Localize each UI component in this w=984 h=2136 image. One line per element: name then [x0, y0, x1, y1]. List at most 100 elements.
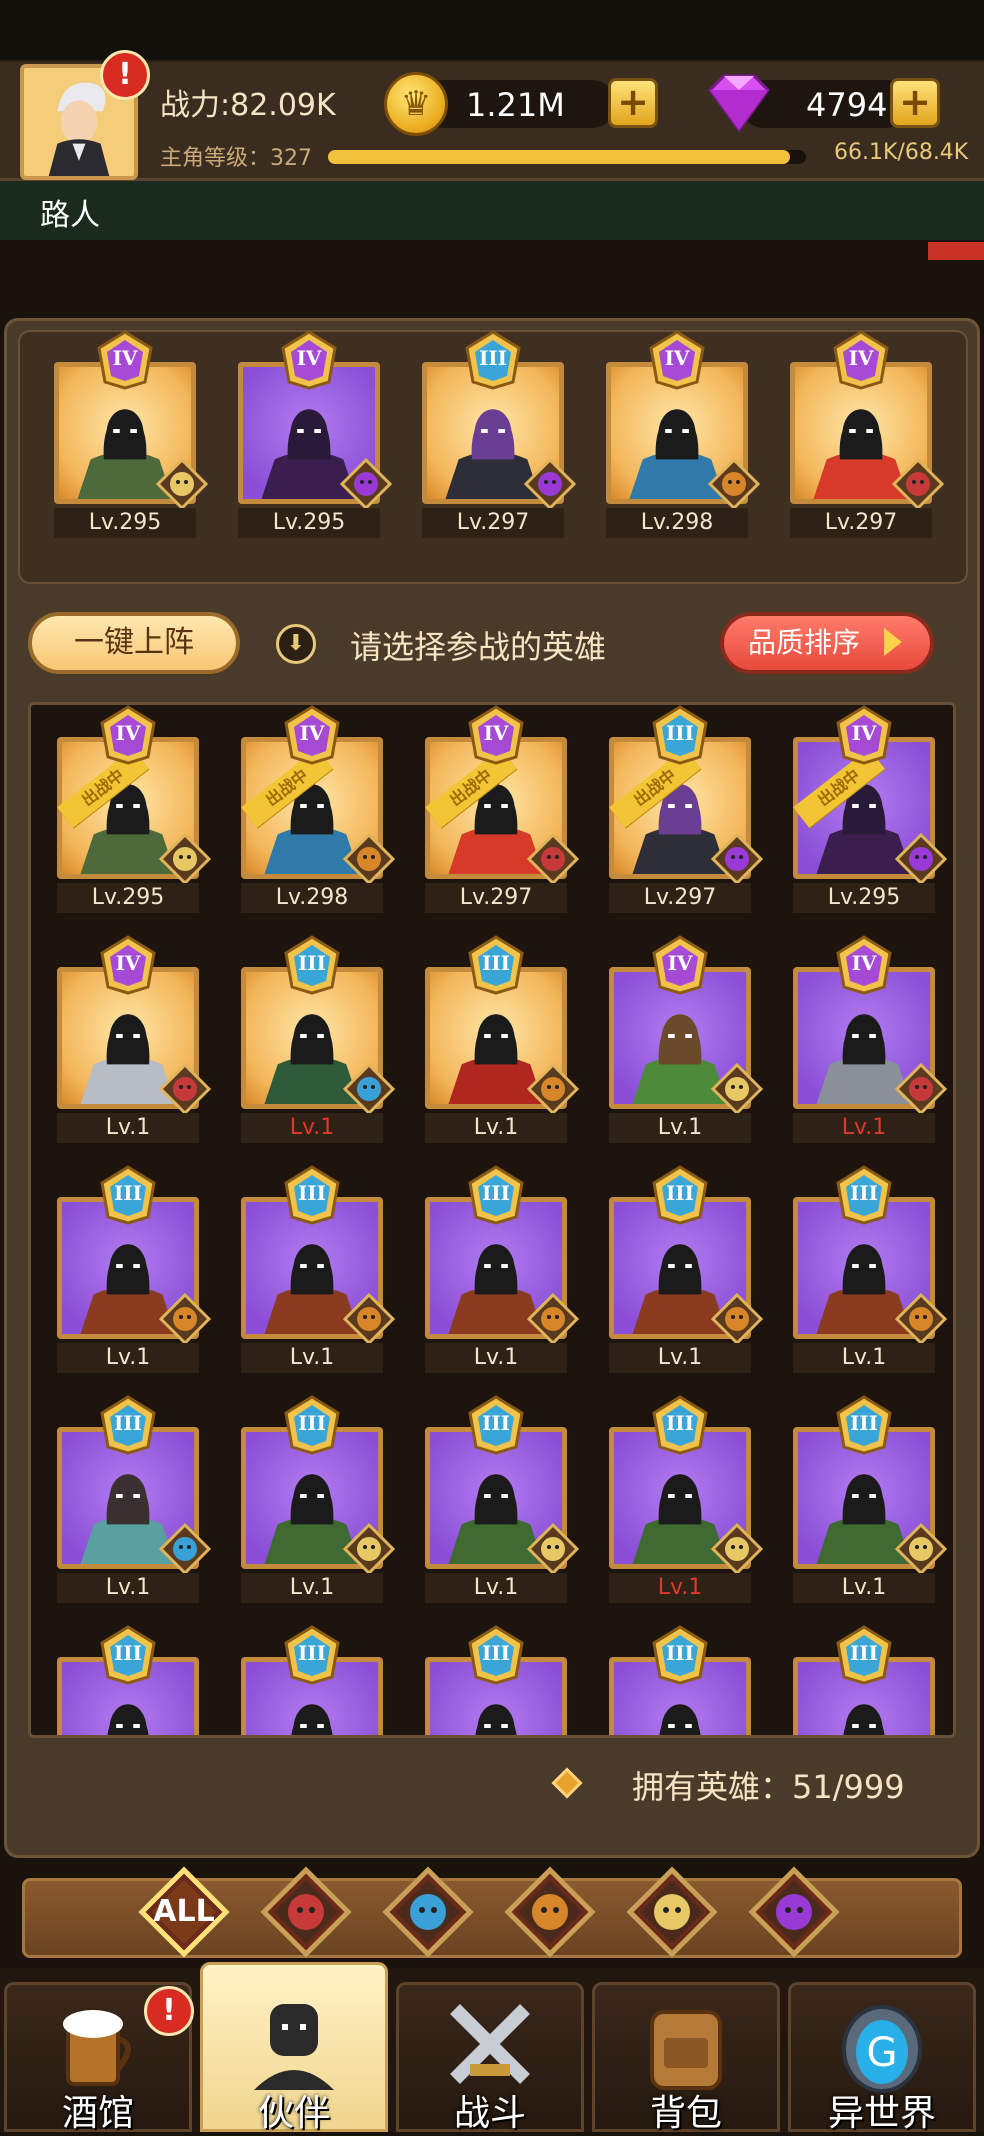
- rank-numeral: III: [849, 1181, 879, 1205]
- rank-numeral: IV: [483, 721, 509, 745]
- filter-lion-icon[interactable]: [504, 1866, 596, 1958]
- hero-level: Lv.1: [241, 1113, 383, 1143]
- lineup-slot-card[interactable]: IV Lv.298: [606, 330, 761, 538]
- filter-demon-icon[interactable]: [748, 1866, 840, 1958]
- rank-numeral: III: [481, 1411, 511, 1435]
- hero-card[interactable]: III Lv.1: [241, 935, 396, 1143]
- hero-level: Lv.297: [609, 883, 751, 913]
- hero-level: Lv.1: [241, 1573, 383, 1603]
- owned-heroes-count: 拥有英雄：51/999: [632, 1768, 905, 1806]
- hero-card[interactable]: 出战中 III Lv.297: [609, 705, 764, 913]
- hero-level: Lv.1: [793, 1343, 935, 1373]
- add-gem-button[interactable]: +: [890, 78, 940, 128]
- elf-faction-icon: [155, 457, 209, 511]
- hero-card[interactable]: IV Lv.1: [793, 935, 948, 1143]
- rank-numeral: IV: [667, 951, 693, 975]
- hero-card[interactable]: III Lv.1: [57, 1165, 212, 1373]
- arrow-down-icon: ⬇: [276, 624, 316, 664]
- hero-card[interactable]: 出战中 IV Lv.295: [793, 705, 948, 913]
- rank-numeral: III: [113, 1641, 143, 1665]
- rank-numeral: IV: [296, 346, 322, 370]
- hero-level: Lv.1: [609, 1573, 751, 1603]
- rank-numeral: III: [849, 1411, 879, 1435]
- hero-card[interactable]: III: [425, 1625, 567, 1735]
- beast-faction-icon: [710, 1292, 764, 1346]
- hero-grid: 出战中 IV Lv.295 出战中 IV Lv.298 出战中 IV Lv.29…: [28, 702, 956, 1738]
- hero-card[interactable]: III: [793, 1625, 935, 1735]
- rank-numeral: III: [297, 1181, 327, 1205]
- rank-numeral: IV: [112, 346, 138, 370]
- add-gold-button[interactable]: +: [608, 78, 658, 128]
- hero-card[interactable]: III Lv.1: [793, 1395, 948, 1603]
- elf-faction-icon: [894, 1522, 948, 1576]
- rank-numeral: III: [665, 1641, 695, 1665]
- combat-power: 战力:82.09K: [160, 88, 336, 123]
- hero-card[interactable]: III Lv.1: [425, 1395, 580, 1603]
- lineup-slot-card[interactable]: IV Lv.295: [238, 330, 393, 538]
- crossed-swords-icon: [430, 1994, 550, 2094]
- hero-level: Lv.1: [609, 1343, 751, 1373]
- hero-card[interactable]: III Lv.1: [241, 1165, 396, 1373]
- lineup-slot-card[interactable]: IV Lv.295: [54, 330, 209, 538]
- human-faction-icon: [894, 1062, 948, 1116]
- lineup-slot-card[interactable]: IV Lv.297: [790, 330, 945, 538]
- player-alert-badge[interactable]: !: [100, 50, 150, 100]
- auto-deploy-button[interactable]: 一键上阵: [28, 612, 240, 674]
- filter-human-crown-icon[interactable]: [260, 1866, 352, 1958]
- tavern-alert-badge: !: [144, 1986, 194, 2036]
- fish-faction-icon: [342, 1062, 396, 1116]
- hero-card[interactable]: III Lv.1: [793, 1165, 948, 1373]
- rank-numeral: IV: [851, 721, 877, 745]
- lineup-slot-card[interactable]: III Lv.297: [422, 330, 577, 538]
- hero-card[interactable]: III: [609, 1625, 751, 1735]
- rank-numeral: III: [297, 1411, 327, 1435]
- hero-card[interactable]: III: [57, 1625, 199, 1735]
- exp-bar-fill: [328, 150, 790, 164]
- hero-level: Lv.1: [425, 1113, 567, 1143]
- hero-level: Lv.295: [54, 508, 196, 538]
- hero-card[interactable]: 出战中 IV Lv.295: [57, 705, 212, 913]
- side-banner-tab[interactable]: [928, 242, 984, 260]
- hero-level: Lv.1: [793, 1573, 935, 1603]
- hero-card[interactable]: III Lv.1: [57, 1395, 212, 1603]
- elf-faction-icon: [710, 1062, 764, 1116]
- hero-card[interactable]: IV Lv.1: [609, 935, 764, 1143]
- hero-card[interactable]: III Lv.1: [241, 1395, 396, 1603]
- filter-fish-icon[interactable]: [382, 1866, 474, 1958]
- rank-numeral: III: [297, 951, 327, 975]
- player-name: 路人: [40, 198, 100, 233]
- hero-card[interactable]: 出战中 IV Lv.297: [425, 705, 580, 913]
- beast-faction-icon: [342, 832, 396, 886]
- human-faction-icon: [158, 1062, 212, 1116]
- hero-level: Lv.1: [425, 1343, 567, 1373]
- hero-card[interactable]: III Lv.1: [609, 1165, 764, 1373]
- nav-label-otherworld: 异世界: [827, 2093, 936, 2134]
- demon-faction-icon: [523, 457, 577, 511]
- gem-icon: [708, 74, 770, 133]
- rank-numeral: IV: [664, 346, 690, 370]
- demon-faction-icon: [710, 832, 764, 886]
- exp-value: 66.1K/68.4K: [834, 140, 969, 165]
- hero-level: Lv.297: [790, 508, 932, 538]
- elf-faction-icon: [710, 1522, 764, 1576]
- hero-card[interactable]: IV Lv.1: [57, 935, 212, 1143]
- hero-level: Lv.298: [606, 508, 748, 538]
- hero-level: Lv.1: [57, 1343, 199, 1373]
- hero-card[interactable]: III Lv.1: [425, 935, 580, 1143]
- rank-numeral: III: [849, 1641, 879, 1665]
- rank-numeral: III: [113, 1181, 143, 1205]
- hero-card[interactable]: III Lv.1: [425, 1165, 580, 1373]
- hero-level: Lv.295: [57, 883, 199, 913]
- select-hero-hint: 请选择参战的英雄: [350, 628, 607, 666]
- hero-card[interactable]: III Lv.1: [609, 1395, 764, 1603]
- hero-level: Lv.298: [241, 883, 383, 913]
- hero-card[interactable]: III: [241, 1625, 383, 1735]
- fish-faction-icon: [158, 1522, 212, 1576]
- hero-card[interactable]: 出战中 IV Lv.298: [241, 705, 396, 913]
- filter-elf-icon[interactable]: [626, 1866, 718, 1958]
- nav-label-battle: 战斗: [453, 2093, 526, 2134]
- hero-level: Lv.1: [241, 1343, 383, 1373]
- rank-numeral: III: [481, 1641, 511, 1665]
- nav-label-tavern: 酒馆: [61, 2093, 134, 2134]
- hero-level: Lv.297: [422, 508, 564, 538]
